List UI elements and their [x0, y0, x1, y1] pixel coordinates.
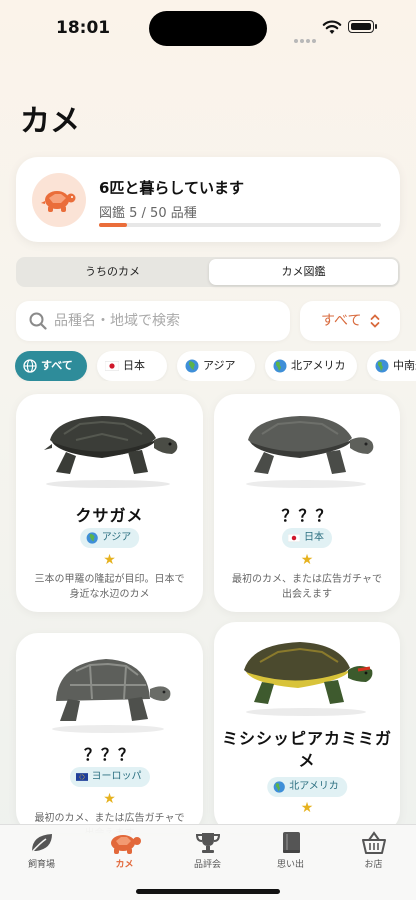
chip-latin-america[interactable]: 中南米	[367, 351, 416, 381]
tab-memories[interactable]: 思い出	[249, 831, 332, 879]
home-indicator	[136, 889, 280, 894]
wifi-icon	[322, 20, 342, 34]
rarity-stars: ★	[103, 552, 116, 568]
view-segmented-control: うちのカメ カメ図鑑	[16, 257, 400, 287]
segment-my-turtles[interactable]: うちのカメ	[18, 259, 207, 285]
earth-americas-icon	[375, 359, 389, 373]
collection-summary-card: 6匹と暮らしています 図鑑 5 / 50 品種	[16, 157, 400, 242]
cellular-signal-icon	[294, 28, 318, 47]
earth-americas-icon	[273, 359, 287, 373]
turtle-card[interactable]: クサガメ アジア ★ 三本の甲羅の隆起が目印。日本で身近な水辺のカメ	[16, 394, 203, 612]
search-field[interactable]	[16, 301, 290, 341]
tab-label: お店	[364, 860, 383, 870]
region-badge-label: 日本	[304, 532, 324, 543]
tab-label: 思い出	[276, 860, 304, 870]
book-icon	[282, 832, 300, 853]
turtle-name: ？？？	[281, 506, 333, 525]
search-icon	[29, 312, 47, 330]
turtle-icon	[110, 835, 141, 854]
earth-asia-icon	[86, 532, 98, 544]
rarity-stars: ★	[300, 552, 314, 568]
turtle-image	[44, 416, 178, 488]
tab-label: カメ	[115, 860, 134, 870]
dex-progress-text: 図鑑 5 / 50 品種	[99, 206, 197, 221]
tab-label: 品評会	[193, 860, 221, 870]
turtle-description: 三本の甲羅の隆起が目印。日本で身近な水辺のカメ	[34, 574, 185, 600]
chip-japan[interactable]: 日本	[97, 351, 167, 381]
basket-icon	[361, 831, 386, 854]
region-badge: 北アメリカ	[267, 777, 347, 797]
globe-icon	[23, 359, 37, 373]
turtle-card[interactable]: ミシシッピアカミミガメ 北アメリカ ★	[214, 622, 400, 833]
turtle-card[interactable]: ？？？ 日本 ★ 最初のカメ、または広告ガチャで出会えます	[214, 394, 400, 612]
segment-turtle-dex[interactable]: カメ図鑑	[209, 259, 398, 285]
page-title: カメ	[20, 104, 80, 139]
status-bar: 18:01	[0, 0, 416, 56]
filter-dropdown[interactable]: すべて	[300, 301, 400, 341]
turtle-image	[244, 642, 373, 716]
turtle-avatar	[32, 173, 86, 227]
turtle-name: ミシシッピアカミミガメ	[222, 729, 393, 770]
chip-label: アジア	[203, 359, 236, 372]
japan-flag-icon	[105, 361, 119, 371]
turtle-icon	[41, 191, 76, 212]
turtle-card[interactable]: ？？？ ヨーロッパ ★ 最初のカメ、または広告ガチャで出会えます	[16, 633, 203, 833]
rarity-stars: ★	[300, 800, 314, 816]
tab-shop[interactable]: お店	[332, 831, 415, 879]
japan-flag-icon	[288, 533, 300, 543]
rarity-stars: ★	[103, 791, 116, 807]
earth-asia-icon	[185, 359, 199, 373]
tab-habitat[interactable]: 飼育場	[0, 831, 83, 879]
dex-progress-bar	[99, 223, 381, 227]
chip-label: すべて	[41, 359, 73, 372]
dynamic-island	[149, 11, 267, 46]
chip-all[interactable]: すべて	[15, 351, 87, 381]
chip-label: 中南米	[393, 359, 416, 372]
trophy-icon	[195, 833, 220, 853]
summary-headline: 6匹と暮らしています	[99, 179, 244, 197]
chip-label: 北アメリカ	[291, 359, 346, 372]
tab-turtle[interactable]: カメ	[83, 831, 166, 879]
turtle-name: クサガメ	[75, 506, 144, 525]
region-badge-label: アジア	[101, 532, 132, 543]
turtle-silhouette-image	[52, 659, 171, 733]
region-badge: ヨーロッパ	[69, 767, 150, 787]
leaf-icon	[30, 834, 52, 853]
chip-asia[interactable]: アジア	[177, 351, 255, 381]
earth-americas-icon	[273, 781, 285, 793]
turtle-silhouette-image	[246, 416, 374, 488]
chevron-up-down-icon	[370, 314, 380, 328]
eu-flag-icon	[75, 773, 88, 781]
region-chip-row: すべて 日本 アジア 北アメリカ 中南米	[15, 351, 416, 381]
region-badge-label: ヨーロッパ	[91, 771, 142, 782]
chip-label: 日本	[123, 359, 145, 372]
tab-label: 飼育場	[27, 860, 55, 870]
filter-dropdown-value: すべて	[321, 313, 362, 329]
turtle-description: 最初のカメ、または広告ガチャで出会えます	[232, 574, 382, 600]
status-time: 18:01	[56, 18, 111, 38]
search-input[interactable]	[54, 310, 274, 332]
turtle-name: ？？？	[83, 745, 135, 764]
region-badge-label: 北アメリカ	[289, 781, 339, 792]
region-badge: 日本	[282, 528, 332, 548]
chip-north-america[interactable]: 北アメリカ	[265, 351, 357, 381]
battery-icon	[348, 20, 377, 33]
tab-contest[interactable]: 品評会	[166, 831, 249, 879]
dex-progress-fill	[99, 223, 128, 227]
region-badge: アジア	[79, 528, 140, 548]
